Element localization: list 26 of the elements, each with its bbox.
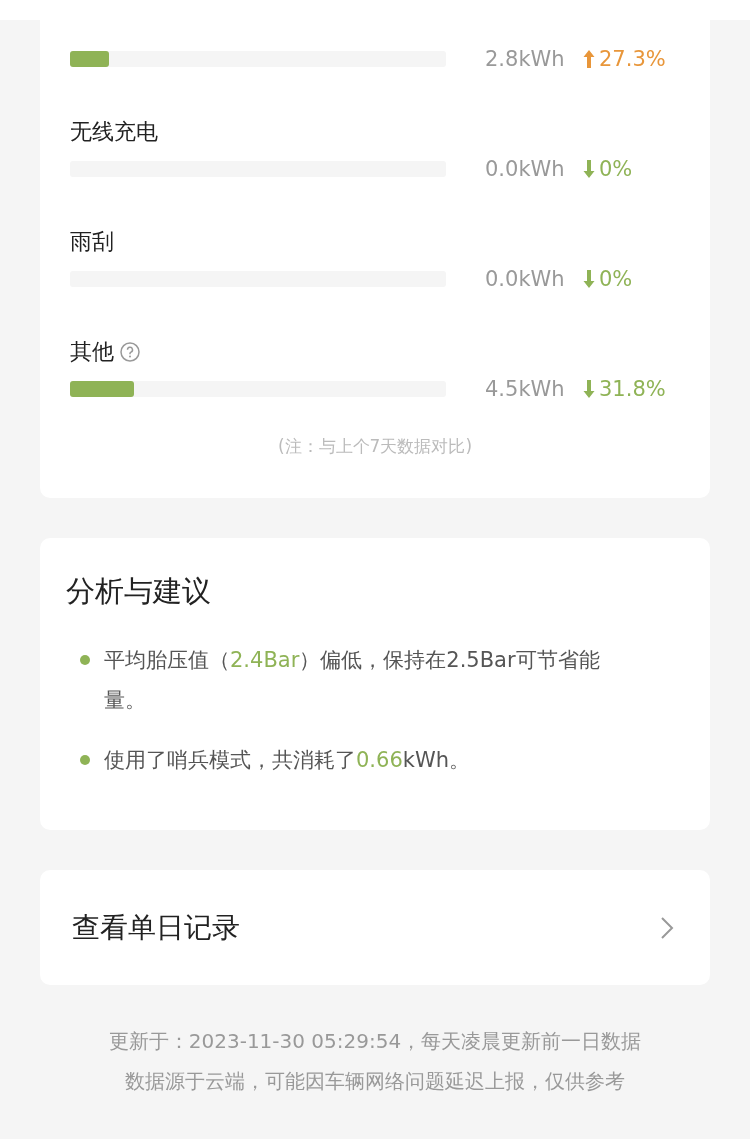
down-arrow-icon bbox=[583, 270, 595, 288]
change-percent: 27.3% bbox=[599, 47, 666, 71]
energy-value: 2.8kWh bbox=[485, 47, 566, 71]
down-arrow-icon bbox=[583, 160, 595, 178]
advice-text: 平均胎压值（2.4Bar）偏低，保持在2.5Bar可节省能量。 bbox=[104, 647, 601, 714]
chevron-right-icon bbox=[660, 915, 674, 940]
change-percent: 31.8% bbox=[599, 377, 666, 401]
daily-record-link[interactable]: 查看单日记录 bbox=[40, 870, 710, 985]
energy-value: 0.0kWh bbox=[485, 267, 566, 291]
help-icon[interactable] bbox=[120, 342, 140, 362]
bullet-dot bbox=[80, 655, 90, 665]
down-arrow-icon bbox=[583, 380, 595, 398]
category-label: 无线充电 bbox=[70, 118, 158, 146]
change-percent: 0% bbox=[599, 157, 633, 181]
category-label: 雨刮 bbox=[70, 228, 114, 256]
energy-value: 4.5kWh bbox=[485, 377, 566, 401]
section-title: 分析与建议 bbox=[66, 573, 212, 610]
up-arrow-icon bbox=[583, 50, 595, 68]
advice-text: 使用了哨兵模式，共消耗了0.66kWh。 bbox=[104, 747, 470, 774]
footer-text: 更新于：2023-11-30 05:29:54，每天凌晨更新前一日数据 bbox=[108, 1028, 642, 1055]
energy-value: 0.0kWh bbox=[485, 157, 566, 181]
bullet-dot bbox=[80, 755, 90, 765]
change-percent: 0% bbox=[599, 267, 633, 291]
category-label: 其他 bbox=[70, 338, 114, 366]
footer-text: 数据源于云端，可能因车辆网络问题延迟上报，仅供参考 bbox=[125, 1068, 625, 1095]
comparison-note: (注：与上个7天数据对比) bbox=[276, 435, 474, 458]
